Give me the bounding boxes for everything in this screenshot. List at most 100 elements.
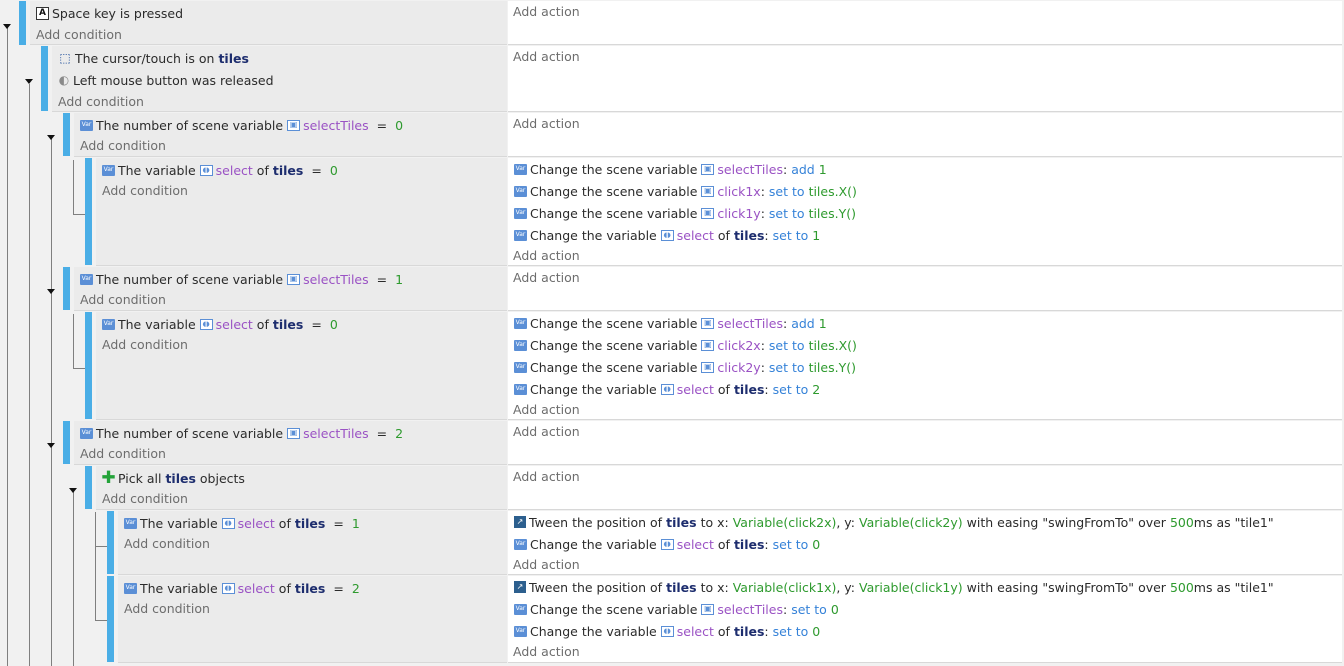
collapse-toggle[interactable] [47, 289, 55, 294]
object-variable-icon: ◖◗ [221, 582, 235, 594]
operator: = [311, 316, 322, 332]
operator: set to [772, 381, 809, 397]
action-text: Change the scene variable [530, 359, 698, 375]
action-text: , y: [836, 514, 856, 530]
action-tween-position[interactable]: ↗ Tween the position of tiles to x: Vari… [514, 513, 1274, 531]
colon: : [764, 536, 769, 552]
condition-cursor-on[interactable]: ⬚ The cursor/touch is on tiles [58, 49, 249, 67]
collapse-toggle[interactable] [25, 79, 33, 84]
event-conditions: Var The variable ◖◗ select of tiles = 0 … [96, 312, 507, 420]
add-action-link[interactable]: Add action [513, 469, 580, 484]
scene-variable-icon: ▣ [701, 339, 715, 351]
condition-object-variable[interactable]: Var The variable ◖◗ select of tiles = 0 [102, 161, 338, 179]
condition-scene-variable[interactable]: Var The number of scene variable ▣ selec… [80, 424, 403, 442]
action-change-scene-variable[interactable]: Var Change the scene variable ▣ click2y:… [514, 358, 856, 376]
add-condition-link[interactable]: Add condition [80, 292, 166, 307]
action-change-scene-variable[interactable]: Var Change the scene variable ▣ click1y:… [514, 204, 856, 222]
value: 0 [812, 623, 821, 639]
add-action-link[interactable]: Add action [513, 270, 580, 285]
event-drag-handle[interactable] [19, 1, 26, 45]
action-change-scene-variable[interactable]: Var Change the scene variable ▣ click1x:… [514, 182, 857, 200]
scene-variable-icon: ▣ [287, 427, 301, 439]
add-action-link[interactable]: Add action [513, 402, 580, 417]
operator: set to [768, 337, 805, 353]
value: 0 [395, 117, 404, 133]
event-drag-handle[interactable] [63, 267, 70, 310]
add-condition-link[interactable]: Add condition [80, 446, 166, 461]
action-change-scene-variable[interactable]: Var Change the scene variable ▣ selectTi… [514, 600, 839, 618]
event-drag-handle[interactable] [85, 312, 92, 419]
action-change-object-variable[interactable]: Var Change the variable ◖◗ select of til… [514, 622, 820, 640]
event-drag-handle[interactable] [107, 576, 114, 662]
action-change-object-variable[interactable]: Var Change the variable ◖◗ select of til… [514, 380, 820, 398]
add-condition-link[interactable]: Add condition [102, 183, 188, 198]
add-condition-link[interactable]: Add condition [36, 27, 122, 42]
action-change-scene-variable[interactable]: Var Change the scene variable ▣ selectTi… [514, 314, 827, 332]
add-action-link[interactable]: Add action [513, 644, 580, 659]
event-drag-handle[interactable] [41, 46, 48, 111]
object-variable-icon: ◖◗ [221, 517, 235, 529]
add-condition-link[interactable]: Add condition [102, 491, 188, 506]
scene-variable-icon: ▣ [701, 207, 715, 219]
operator: = [311, 162, 322, 178]
value: Variable(click2x) [732, 514, 837, 530]
value: 500 [1169, 514, 1194, 530]
variable-icon: Var [514, 538, 527, 550]
scene-variable-icon: ▣ [701, 163, 715, 175]
event-drag-handle[interactable] [63, 113, 70, 156]
event-drag-handle[interactable] [63, 421, 70, 464]
variable-icon: Var [514, 185, 527, 197]
event-drag-handle[interactable] [85, 466, 92, 509]
collapse-toggle[interactable] [47, 135, 55, 140]
add-action-link[interactable]: Add action [513, 248, 580, 263]
tween-name: "tile1" [1234, 514, 1274, 530]
add-action-link[interactable]: Add action [513, 4, 580, 19]
event-actions: ↗ Tween the position of tiles to x: Vari… [508, 576, 1342, 663]
action-change-scene-variable[interactable]: Var Change the scene variable ▣ selectTi… [514, 160, 827, 178]
collapse-toggle[interactable] [47, 443, 55, 448]
condition-object-variable[interactable]: Var The variable ◖◗ select of tiles = 2 [124, 579, 360, 597]
value: Variable(click1x) [732, 579, 837, 595]
tree-line [73, 160, 74, 214]
event-drag-handle[interactable] [107, 511, 114, 574]
add-condition-link[interactable]: Add condition [58, 94, 144, 109]
variable-name: click2y [717, 359, 761, 375]
add-condition-link[interactable]: Add condition [124, 536, 210, 551]
action-tween-position[interactable]: ↗ Tween the position of tiles to x: Vari… [514, 578, 1274, 596]
condition-object-variable[interactable]: Var The variable ◖◗ select of tiles = 1 [124, 514, 360, 532]
condition-text: The variable [118, 162, 196, 178]
condition-mouse-released[interactable]: ◐ Left mouse button was released [58, 71, 274, 89]
collapse-toggle[interactable] [69, 488, 77, 493]
value: 0 [830, 601, 839, 617]
add-condition-link[interactable]: Add condition [102, 337, 188, 352]
object-variable-icon: ◖◗ [660, 538, 674, 550]
event-actions: Add action [508, 466, 1342, 510]
condition-scene-variable[interactable]: Var The number of scene variable ▣ selec… [80, 270, 403, 288]
add-action-link[interactable]: Add action [513, 49, 580, 64]
condition-space-key[interactable]: A Space key is pressed [36, 4, 183, 22]
action-change-scene-variable[interactable]: Var Change the scene variable ▣ click2x:… [514, 336, 857, 354]
tree-line [73, 314, 74, 368]
variable-icon: Var [514, 207, 527, 219]
event-conditions: Var The variable ◖◗ select of tiles = 2 … [118, 576, 507, 663]
condition-pick-all[interactable]: ✚ Pick all tiles objects [101, 467, 245, 488]
add-condition-link[interactable]: Add condition [80, 138, 166, 153]
action-change-object-variable[interactable]: Var Change the variable ◖◗ select of til… [514, 226, 820, 244]
condition-scene-variable[interactable]: Var The number of scene variable ▣ selec… [80, 116, 403, 134]
value: 1 [818, 315, 827, 331]
event-conditions: ⬚ The cursor/touch is on tiles ◐ Left mo… [52, 46, 507, 112]
object-name: tiles [733, 623, 765, 639]
variable-icon: Var [124, 517, 137, 529]
object-name: tiles [733, 381, 765, 397]
condition-object-variable[interactable]: Var The variable ◖◗ select of tiles = 0 [102, 315, 338, 333]
add-action-link[interactable]: Add action [513, 424, 580, 439]
add-action-link[interactable]: Add action [513, 557, 580, 572]
add-condition-link[interactable]: Add condition [124, 601, 210, 616]
object-name: tiles [272, 316, 304, 332]
action-change-object-variable[interactable]: Var Change the variable ◖◗ select of til… [514, 535, 820, 553]
add-action-link[interactable]: Add action [513, 116, 580, 131]
value: tiles.X() [808, 337, 857, 353]
collapse-toggle[interactable] [3, 24, 11, 29]
pick-all-plus-icon: ✚ [101, 467, 116, 488]
event-drag-handle[interactable] [85, 158, 92, 265]
